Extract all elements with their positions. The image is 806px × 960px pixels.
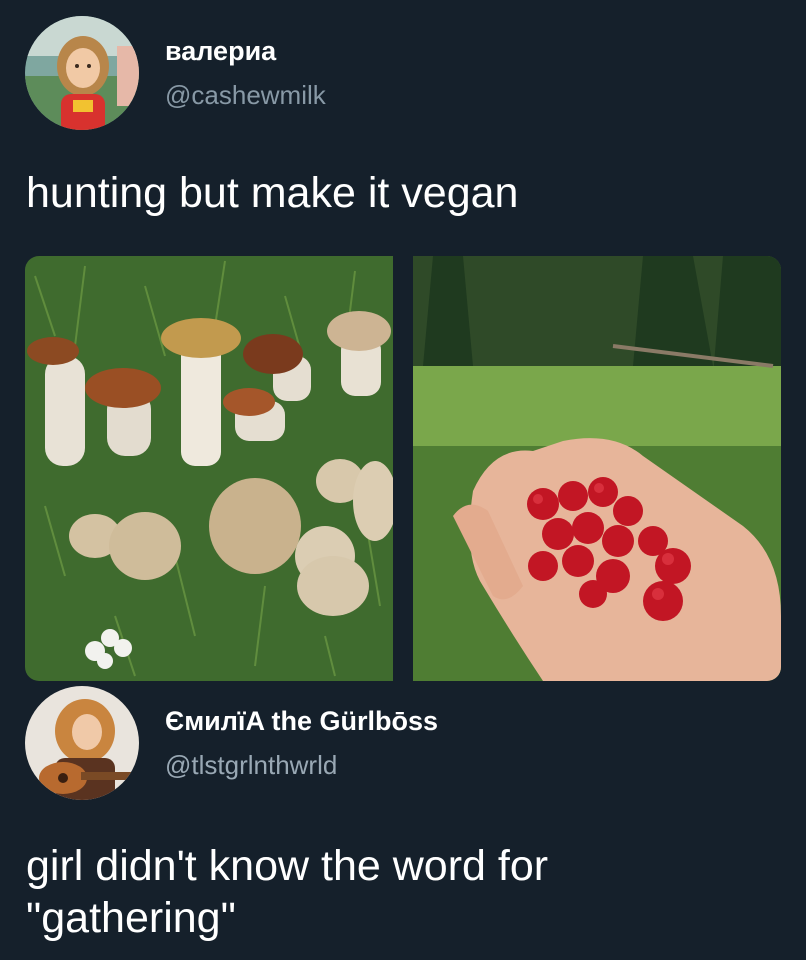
reply-text-line-1: girl didn't know the word for [26,842,549,890]
author-display-name[interactable]: валериа [165,34,326,68]
avatar-guitar-photo-icon [25,686,139,800]
author-avatar[interactable] [25,16,139,130]
avatar-girl-photo-icon [25,16,139,130]
author-handle[interactable]: @cashewmilk [165,78,326,112]
tweet-media[interactable] [25,256,781,681]
reply-text: girl didn't know the word for "gathering… [26,840,548,944]
tweet-text: hunting but make it vegan [26,169,519,217]
media-photo-mushrooms[interactable] [25,256,393,681]
reply-author-display-name[interactable]: ЄмилїA the Gürlbōss [165,704,438,738]
reply-text-line-2: "gathering" [26,894,236,942]
reply-author-avatar[interactable] [25,686,139,800]
tweet-header: валериа @cashewmilk [25,16,326,130]
mushrooms-on-grass-photo-icon [25,256,393,681]
media-divider [393,256,413,681]
reply-author-handle[interactable]: @tlstgrlnthwrld [165,748,438,782]
hand-holding-raspberries-photo-icon [413,256,781,681]
reply-header: ЄмилїA the Gürlbōss @tlstgrlnthwrld [25,686,438,800]
media-photo-raspberries[interactable] [413,256,781,681]
